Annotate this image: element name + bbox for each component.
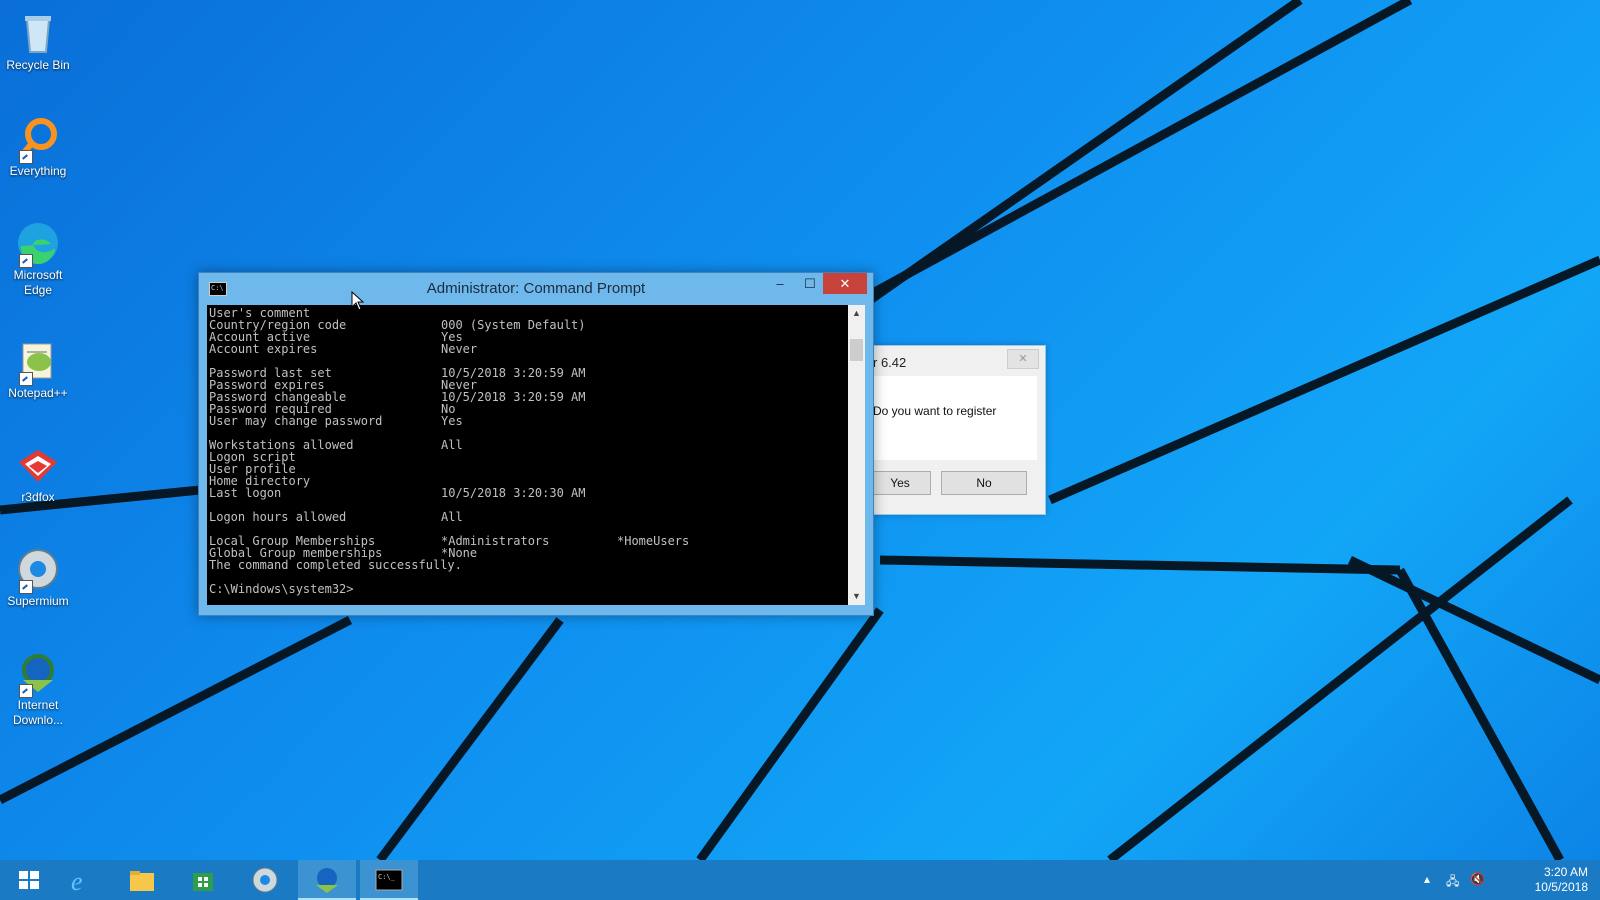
console-field-name: Last logon <box>209 486 282 500</box>
console-line: C:\Windows\system32> <box>209 583 846 595</box>
windows-logo-icon <box>19 871 39 889</box>
taskbar-internet-download-manager[interactable] <box>298 860 356 900</box>
maximize-button[interactable]: ☐ <box>795 273 825 294</box>
show-hidden-icons-chevron-icon[interactable]: ▴ <box>1424 872 1430 886</box>
folder-icon <box>130 871 154 891</box>
console-field-value: 10/5/2018 3:20:59 AM <box>441 390 586 404</box>
console-output[interactable]: User's comment Country/region code 000 (Sy… <box>207 305 848 605</box>
network-icon[interactable]: 🖧 <box>1446 872 1459 893</box>
desktop-icon-notepad[interactable]: Notepad++ <box>0 332 76 401</box>
console-field-value: Yes <box>441 414 463 428</box>
clock-time: 3:20 AM <box>1543 865 1588 879</box>
r3dfox-icon <box>15 442 61 488</box>
console-field-value: All <box>441 438 463 452</box>
volume-muted-icon[interactable]: 🔇 <box>1470 872 1485 886</box>
supermium-icon <box>252 867 278 893</box>
notepad-plus-plus-icon <box>15 338 61 386</box>
window-titlebar[interactable]: C:\ Administrator: Command Prompt – ☐ ✕ <box>199 273 873 305</box>
dialog-title: r 6.42 <box>873 355 907 370</box>
desktop-icon-label: Notepad++ <box>8 386 68 400</box>
console-field-value: Never <box>441 342 478 356</box>
mouse-cursor-icon <box>351 291 365 311</box>
minimize-button[interactable]: – <box>765 273 795 294</box>
dialog-body <box>873 376 1037 460</box>
console-field-name: User may change password <box>209 414 383 428</box>
command-prompt-window[interactable]: C:\ Administrator: Command Prompt – ☐ ✕ … <box>198 272 874 616</box>
vertical-scrollbar[interactable]: ▲ ▼ <box>848 305 865 605</box>
dialog-no-button[interactable]: No <box>941 471 1027 495</box>
desktop-icon-supermium[interactable]: Supermium <box>0 540 76 609</box>
desktop-icon-label: Microsoft Edge <box>13 268 63 297</box>
desktop-icon-recycle-bin[interactable]: Recycle Bin <box>0 4 76 73</box>
taskbar: e C:\_ ▴ 🖧 🔇 3:20 AM 10/5/2018 <box>0 860 1600 900</box>
desktop-icon-label: Recycle Bin <box>6 58 70 72</box>
edge-icon <box>15 220 61 268</box>
supermium-icon <box>15 546 61 594</box>
desktop-icon-label: Internet Downlo... <box>12 698 64 727</box>
desktop-icon-r3dfox[interactable]: r3dfox <box>0 436 76 505</box>
clock[interactable]: 3:20 AM 10/5/2018 <box>1535 865 1588 895</box>
dialog-message: Do you want to register <box>873 404 997 418</box>
internet-download-manager-icon <box>15 650 61 698</box>
desktop-icon-idm[interactable]: Internet Downlo... <box>0 644 76 728</box>
store-bag-icon <box>193 873 213 891</box>
taskbar-file-explorer[interactable] <box>113 860 171 900</box>
taskbar-command-prompt[interactable]: C:\_ <box>360 860 418 900</box>
taskbar-internet-explorer[interactable]: e <box>52 860 110 900</box>
dialog-yes-button[interactable]: Yes <box>869 471 931 495</box>
close-button[interactable]: ✕ <box>823 273 867 294</box>
scroll-down-arrow-icon[interactable]: ▼ <box>848 588 865 605</box>
console-line: Workstations allowed All <box>209 439 846 451</box>
console-field-value: All <box>441 510 463 524</box>
desktop-icon-edge[interactable]: Microsoft Edge <box>0 214 76 298</box>
everything-search-icon <box>15 116 61 164</box>
console-field-name: The command completed successfully. <box>209 558 462 572</box>
desktop-icon-label: r3dfox <box>21 490 55 504</box>
console-line: Last logon 10/5/2018 3:20:30 AM <box>209 487 846 499</box>
start-button[interactable] <box>0 860 58 900</box>
console-field-name: Logon hours allowed <box>209 510 347 524</box>
console-line: User may change password Yes <box>209 415 846 427</box>
taskbar-supermium[interactable] <box>236 860 294 900</box>
console-field-value: 10/5/2018 3:20:30 AM <box>441 486 586 500</box>
command-prompt-icon: C:\_ <box>375 869 403 891</box>
svg-text:C:\_: C:\_ <box>378 873 396 881</box>
console-line: The command completed successfully. <box>209 559 846 571</box>
internet-download-manager-icon <box>316 868 338 893</box>
console-line: Logon script <box>209 451 846 463</box>
dialog-close-button[interactable]: ✕ <box>1007 349 1039 369</box>
console-field-value: *HomeUsers <box>617 534 690 548</box>
console-field-name: Account expires <box>209 342 318 356</box>
clock-date: 10/5/2018 <box>1534 880 1588 894</box>
svg-text:e: e <box>71 867 83 895</box>
scroll-thumb[interactable] <box>850 339 863 361</box>
console-line: Account expires Never <box>209 343 846 355</box>
desktop-icon-label: Supermium <box>7 594 69 608</box>
taskbar-store[interactable] <box>174 860 232 900</box>
scroll-up-arrow-icon[interactable]: ▲ <box>848 305 865 322</box>
console-field-name: C:\Windows\system32> <box>209 582 354 596</box>
recycle-bin-icon <box>15 10 61 56</box>
desktop-icon-label: Everything <box>9 164 67 178</box>
internet-explorer-icon: e <box>71 867 83 895</box>
console-line: Logon hours allowed All <box>209 511 846 523</box>
register-dialog[interactable]: r 6.42 ✕ Do you want to register Yes No <box>869 345 1046 515</box>
desktop-icon-everything[interactable]: Everything <box>0 110 76 179</box>
system-tray: ▴ 🖧 🔇 3:20 AM 10/5/2018 <box>1410 860 1600 900</box>
